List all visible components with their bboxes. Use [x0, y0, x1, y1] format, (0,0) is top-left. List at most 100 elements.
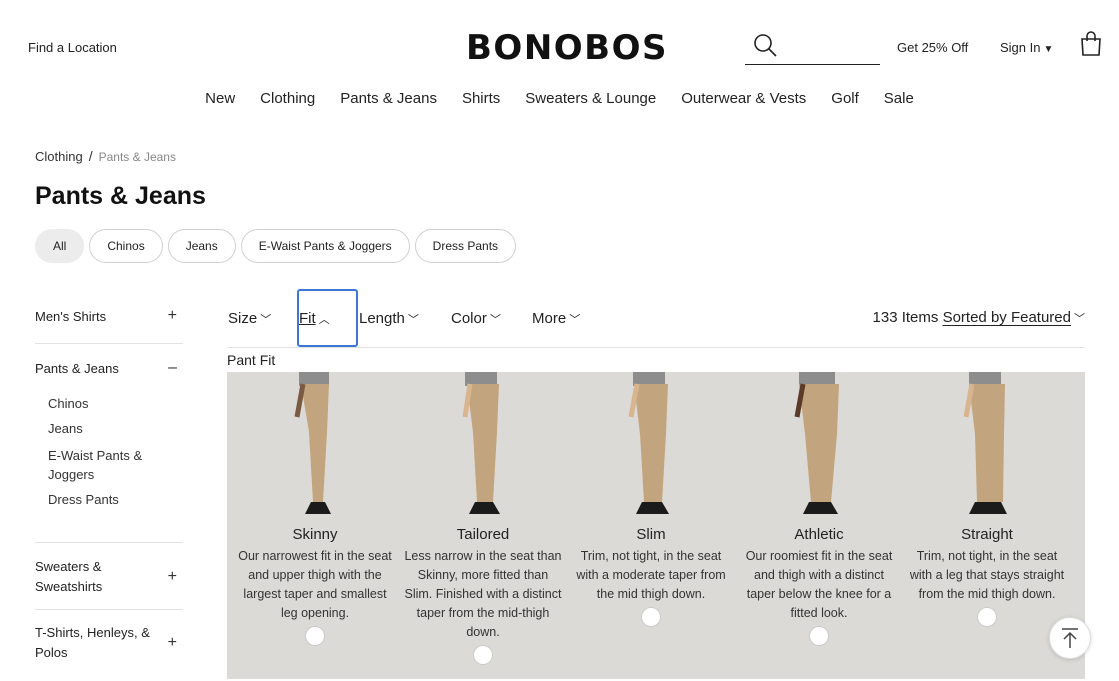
search-input[interactable]: [783, 36, 875, 60]
fit-option-skinny[interactable]: Skinny Our narrowest fit in the seat and…: [235, 372, 395, 646]
sidebar-section-sweaters: Sweaters & Sweatshirts +: [35, 543, 183, 610]
sidebar-item-label: Men's Shirts: [35, 308, 107, 324]
chip-all[interactable]: All: [35, 229, 85, 263]
filter-fit[interactable]: Fit ︿: [299, 310, 330, 327]
filter-color[interactable]: Color ﹀: [451, 310, 501, 327]
breadcrumb-parent[interactable]: Clothing: [35, 149, 83, 164]
fit-radio[interactable]: [305, 626, 325, 646]
fit-description: Our narrowest fit in the seat and upper …: [238, 549, 392, 620]
filter-label: Color: [451, 310, 487, 327]
sidebar-item-mens-shirts[interactable]: Men's Shirts +: [35, 290, 183, 325]
pant-fit-panel: Skinny Our narrowest fit in the seat and…: [227, 372, 1085, 679]
tailored-pants-image: [462, 372, 500, 514]
chip-ewaist-joggers[interactable]: E-Waist Pants & Joggers: [240, 229, 410, 263]
fit-radio[interactable]: [809, 626, 829, 646]
breadcrumb: Clothing / Pants & Jeans: [35, 148, 176, 164]
filter-size[interactable]: Size ﹀: [228, 310, 271, 327]
nav-item-outerwear-vests[interactable]: Outerwear & Vests: [681, 90, 806, 107]
fit-name: Slim: [636, 526, 666, 543]
breadcrumb-current: Pants & Jeans: [98, 150, 176, 164]
filter-bar: Size ﹀ Fit ︿ Length ﹀ Color ﹀ More ﹀ 133 Item…: [227, 288, 1085, 348]
plus-icon[interactable]: +: [168, 633, 177, 653]
items-count: 133 Items Sorted by Featured ﹀: [873, 309, 1085, 326]
category-sidebar: Men's Shirts + Pants & Jeans – Chinos Je…: [35, 290, 183, 678]
sidebar-subitem-jeans[interactable]: Jeans: [35, 421, 183, 436]
sidebar-section-pants-jeans: Pants & Jeans – Chinos Jeans E-Waist Pan…: [35, 344, 183, 543]
main-nav: New Clothing Pants & Jeans Shirts Sweate…: [0, 90, 1119, 107]
fit-radio[interactable]: [473, 645, 493, 665]
sidebar-subitem-chinos[interactable]: Chinos: [35, 396, 183, 411]
nav-item-sale[interactable]: Sale: [884, 90, 914, 107]
fit-name: Athletic: [794, 526, 844, 543]
fit-radio[interactable]: [641, 607, 661, 627]
nav-item-sweaters-lounge[interactable]: Sweaters & Lounge: [525, 90, 656, 107]
chip-jeans[interactable]: Jeans: [167, 229, 236, 263]
chevron-down-icon: ﹀: [260, 314, 272, 326]
filter-label: Fit: [299, 310, 316, 327]
filter-label: More: [532, 310, 567, 327]
sidebar-item-label: Pants & Jeans: [35, 360, 119, 376]
chevron-down-icon: ﹀: [569, 314, 581, 326]
search-icon[interactable]: [753, 33, 779, 59]
fit-description: Less narrow in the seat than Skinny, mor…: [404, 549, 562, 639]
sign-in-menu[interactable]: Sign In ▼: [1000, 40, 1053, 55]
category-chips: All Chinos Jeans E-Waist Pants & Joggers…: [35, 229, 517, 263]
fit-option-athletic[interactable]: Athletic Our roomiest fit in the seat an…: [739, 372, 899, 646]
nav-item-clothing[interactable]: Clothing: [260, 90, 315, 107]
chip-chinos[interactable]: Chinos: [89, 229, 163, 263]
chevron-up-icon: ︿: [318, 314, 330, 326]
skinny-pants-image: [294, 372, 331, 514]
nav-item-pants-jeans[interactable]: Pants & Jeans: [340, 90, 437, 107]
fit-description: Trim, not tight, in the seat with a mode…: [576, 549, 726, 601]
chevron-down-icon: ﹀: [407, 314, 419, 326]
fit-name: Tailored: [456, 526, 510, 543]
plus-icon[interactable]: +: [168, 307, 177, 325]
promo-link[interactable]: Get 25% Off: [897, 40, 968, 55]
sort-dropdown[interactable]: Sorted by Featured: [943, 309, 1071, 326]
fit-name: Skinny: [292, 526, 338, 543]
fit-option-slim[interactable]: Slim Trim, not tight, in the seat with a…: [571, 372, 731, 627]
sidebar-item-sweaters[interactable]: Sweaters & Sweatshirts +: [35, 543, 183, 597]
page-title: Pants & Jeans: [35, 182, 206, 210]
caret-down-icon: ▼: [1043, 44, 1054, 55]
fit-option-tailored[interactable]: Tailored Less narrow in the seat than Sk…: [403, 372, 563, 665]
items-count-label: 133 Items: [872, 309, 939, 326]
find-location-link[interactable]: Find a Location: [28, 40, 117, 55]
sidebar-item-label: Sweaters & Sweatshirts: [35, 559, 103, 594]
chevron-down-icon[interactable]: ﹀: [1074, 313, 1085, 325]
arrow-up-icon: [1062, 628, 1078, 648]
fit-radio[interactable]: [977, 607, 997, 627]
sign-in-label: Sign In: [1000, 40, 1041, 55]
chevron-down-icon: ﹀: [489, 314, 501, 326]
fit-option-straight[interactable]: Straight Trim, not tight, in the seat wi…: [907, 372, 1067, 627]
fit-description: Our roomiest fit in the seat and thigh w…: [745, 549, 893, 620]
plus-icon[interactable]: +: [168, 567, 177, 587]
fit-description: Trim, not tight, in the seat with a leg …: [909, 549, 1065, 601]
scroll-to-top-button[interactable]: [1049, 617, 1091, 659]
breadcrumb-separator: /: [88, 148, 93, 164]
sidebar-item-label: T-Shirts, Henleys, & Polos: [35, 625, 150, 660]
filter-label: Length: [359, 310, 405, 327]
sidebar-subitem-ewaist[interactable]: E-Waist Pants & Joggers: [35, 446, 155, 484]
sidebar-item-pants-jeans[interactable]: Pants & Jeans –: [35, 344, 183, 377]
filter-label: Size: [228, 310, 258, 327]
nav-item-golf[interactable]: Golf: [831, 90, 859, 107]
nav-item-shirts[interactable]: Shirts: [462, 90, 500, 107]
athletic-pants-image: [794, 372, 839, 514]
sidebar-section-mens-shirts: Men's Shirts +: [35, 290, 183, 344]
chip-dress-pants[interactable]: Dress Pants: [414, 229, 517, 263]
straight-pants-image: [963, 372, 1007, 514]
slim-pants-image: [628, 372, 669, 514]
fit-name: Straight: [961, 526, 1013, 543]
filter-length[interactable]: Length ﹀: [359, 310, 419, 327]
pant-fit-heading: Pant Fit: [227, 352, 276, 368]
brand-logo[interactable]: BONOBOS: [466, 28, 668, 68]
search-bar[interactable]: [745, 30, 880, 65]
filter-more[interactable]: More ﹀: [532, 310, 580, 327]
sidebar-item-tshirts[interactable]: T-Shirts, Henleys, & Polos +: [35, 610, 183, 663]
sidebar-section-tshirts: T-Shirts, Henleys, & Polos +: [35, 610, 183, 678]
minus-icon[interactable]: –: [168, 359, 177, 377]
nav-item-new[interactable]: New: [205, 90, 235, 107]
sidebar-subitem-dress-pants[interactable]: Dress Pants: [35, 492, 183, 507]
bag-icon[interactable]: [1079, 30, 1103, 58]
